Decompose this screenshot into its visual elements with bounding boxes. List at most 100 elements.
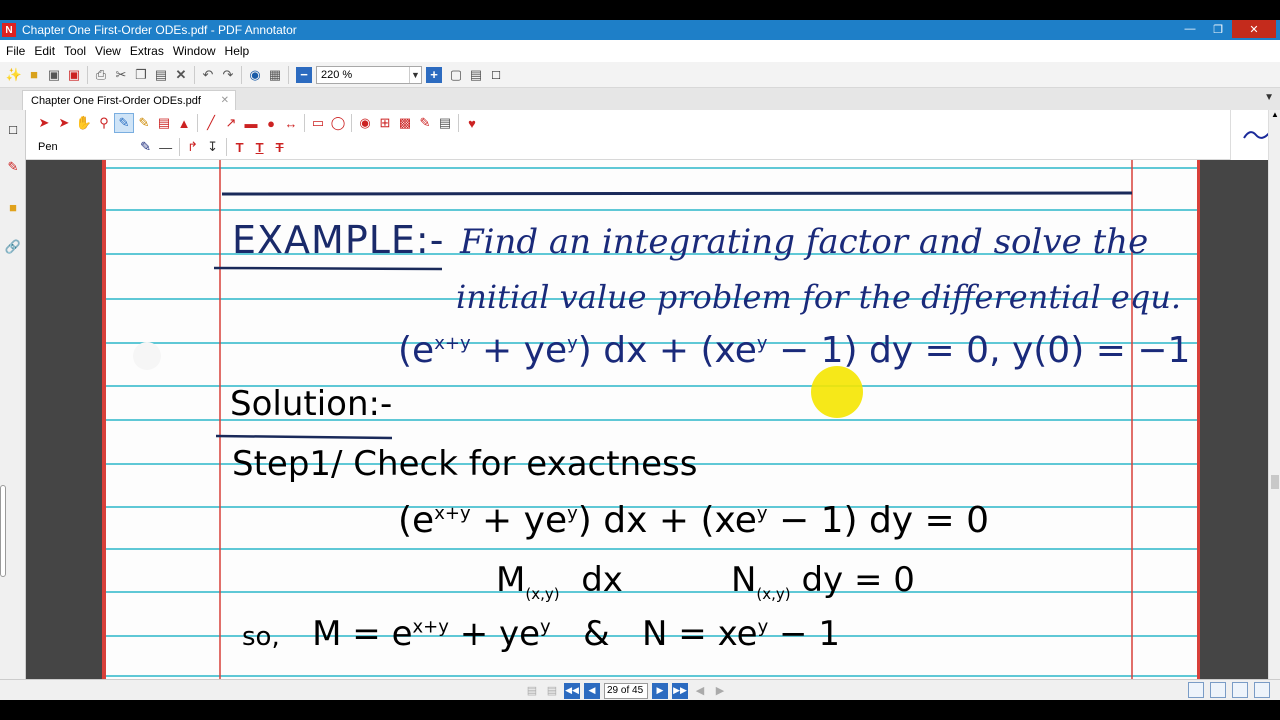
- status-bar: ▤ ▤ ◀◀ ◀ 29 of 45 ▶ ▶▶ ◀ ▶: [0, 679, 1280, 700]
- select-text-icon[interactable]: ➤: [54, 113, 74, 133]
- continuous-view-icon[interactable]: [1210, 682, 1226, 698]
- pressure-icon[interactable]: ↧: [203, 137, 223, 157]
- cut-icon[interactable]: ✂: [111, 65, 131, 85]
- rectangle-icon[interactable]: ▬: [241, 113, 261, 133]
- page-layout-icon[interactable]: ▦: [265, 65, 285, 85]
- fullscreen-icon[interactable]: □: [486, 65, 506, 85]
- menu-view[interactable]: View: [95, 44, 121, 58]
- smoothing-icon[interactable]: ↱: [183, 137, 203, 157]
- text-underline-icon[interactable]: T: [250, 137, 270, 157]
- main-toolbar: ✨ ■ ▣ ▣ ⎙ ✂ ❐ ▤ ✕ ↶ ↷ ◉ ▦ − 220 % ▼ + ▢ …: [0, 62, 1280, 88]
- next-page-icon[interactable]: ▶: [652, 682, 668, 699]
- delete-icon[interactable]: ✕: [171, 65, 191, 85]
- pages-panel-icon[interactable]: □: [4, 120, 22, 138]
- panel-resize-handle[interactable]: [0, 485, 6, 577]
- grid-view-icon[interactable]: [1254, 682, 1270, 698]
- stamp-icon[interactable]: ▲: [174, 113, 194, 133]
- pointer-highlight: [811, 366, 863, 418]
- highlighter-icon[interactable]: ✎: [134, 113, 154, 133]
- window-controls: — ❐ ✕: [1176, 20, 1276, 40]
- undo-icon[interactable]: ↶: [198, 65, 218, 85]
- menu-window[interactable]: Window: [173, 44, 216, 58]
- copy-icon[interactable]: ❐: [131, 65, 151, 85]
- open-folder-icon[interactable]: ■: [24, 65, 44, 85]
- paste-icon[interactable]: ▤: [151, 65, 171, 85]
- so-line: so, M = ex+y + yey & N = xey − 1: [242, 614, 840, 654]
- restore-icon[interactable]: ❐: [1204, 20, 1232, 38]
- ellipse-icon[interactable]: ●: [261, 113, 281, 133]
- image-icon[interactable]: ▤: [435, 113, 455, 133]
- color-picker-icon[interactable]: ✎: [136, 137, 156, 157]
- first-page-icon[interactable]: ◀◀: [564, 682, 580, 699]
- fit-page-icon[interactable]: ▢: [446, 65, 466, 85]
- find-icon[interactable]: ◉: [245, 65, 265, 85]
- scroll-thumb[interactable]: [1271, 475, 1279, 489]
- view-mode-buttons: [1182, 682, 1270, 698]
- zoom-value: 220 %: [321, 68, 353, 81]
- minimize-icon[interactable]: —: [1176, 20, 1204, 38]
- zoom-out-icon[interactable]: −: [296, 66, 312, 83]
- redo-icon[interactable]: ↷: [218, 65, 238, 85]
- back-icon[interactable]: ◀: [692, 683, 708, 699]
- favorites-heart-icon[interactable]: ♥: [462, 113, 482, 133]
- save-icon[interactable]: ▣: [44, 65, 64, 85]
- text-normal-icon[interactable]: T: [230, 137, 250, 157]
- bottom-black-bar: [0, 700, 1280, 720]
- menu-bar: File Edit Tool View Extras Window Help: [0, 40, 1280, 62]
- problem-equation: (ex+y + yey) dx + (xey − 1) dy = 0, y(0)…: [398, 330, 1200, 371]
- zoom-in-icon[interactable]: +: [426, 66, 442, 83]
- single-page-view-icon[interactable]: [1188, 682, 1204, 698]
- camera-icon[interactable]: ◉: [355, 113, 375, 133]
- eraser-icon[interactable]: ▭: [308, 113, 328, 133]
- two-page-view-icon[interactable]: [1232, 682, 1248, 698]
- text-strike-icon[interactable]: T: [270, 137, 290, 157]
- window-title: Chapter One First-Order ODEs.pdf - PDF A…: [22, 23, 297, 37]
- document-view[interactable]: EXAMPLE:- Find an integrating factor and…: [26, 160, 1268, 679]
- attachments-panel-icon[interactable]: 🔗: [4, 238, 22, 256]
- page-navigation: ▤ ▤ ◀◀ ◀ 29 of 45 ▶ ▶▶ ◀ ▶: [524, 682, 732, 699]
- fit-width-icon[interactable]: ▤: [466, 65, 486, 85]
- pen-tool-icon[interactable]: ✎: [114, 113, 134, 133]
- save-as-icon[interactable]: ▣: [64, 65, 84, 85]
- menu-file[interactable]: File: [6, 44, 25, 58]
- forward-icon[interactable]: ▶: [712, 683, 728, 699]
- tab-close-icon[interactable]: ✕: [221, 95, 229, 106]
- page-number-field[interactable]: 29 of 45: [604, 682, 648, 699]
- new-document-icon[interactable]: ✨: [4, 65, 24, 85]
- ruler-icon[interactable]: ▩: [395, 113, 415, 133]
- vertical-scrollbar[interactable]: ▲: [1268, 110, 1280, 679]
- notes-panel-icon[interactable]: ■: [4, 198, 22, 216]
- back-history-icon[interactable]: ▤: [524, 683, 540, 699]
- prev-page-icon[interactable]: ◀: [584, 682, 600, 699]
- scroll-up-icon[interactable]: ▲: [1269, 110, 1280, 119]
- menu-extras[interactable]: Extras: [130, 44, 164, 58]
- select-arrow-icon[interactable]: ➤: [34, 113, 54, 133]
- tab-label: Chapter One First-Order ODEs.pdf: [31, 94, 201, 107]
- chevron-down-icon[interactable]: ▼: [409, 66, 421, 83]
- line-width-icon[interactable]: —: [156, 137, 176, 157]
- close-icon[interactable]: ✕: [1232, 20, 1276, 38]
- menu-edit[interactable]: Edit: [34, 44, 55, 58]
- text-box-icon[interactable]: ▤: [154, 113, 174, 133]
- print-icon[interactable]: ⎙: [91, 65, 111, 85]
- measure-icon[interactable]: ↔: [281, 113, 301, 133]
- menu-tool[interactable]: Tool: [64, 44, 86, 58]
- pencil-ruler-icon[interactable]: ✎: [415, 113, 435, 133]
- zoom-select[interactable]: 220 % ▼: [316, 65, 422, 84]
- last-page-icon[interactable]: ▶▶: [672, 682, 688, 699]
- arrow-line-icon[interactable]: ↗: [221, 113, 241, 133]
- menu-help[interactable]: Help: [225, 44, 250, 58]
- crop-icon[interactable]: ⊞: [375, 113, 395, 133]
- hand-icon[interactable]: ✋: [74, 113, 94, 133]
- lasso-icon[interactable]: ◯: [328, 113, 348, 133]
- active-tool-label: Pen: [38, 141, 58, 153]
- pen-panel-icon[interactable]: ✎: [4, 158, 22, 176]
- line-icon[interactable]: ╱: [201, 113, 221, 133]
- pdf-page[interactable]: EXAMPLE:- Find an integrating factor and…: [102, 160, 1200, 679]
- tab-list-icon[interactable]: ▼: [1264, 92, 1274, 103]
- forward-history-icon[interactable]: ▤: [544, 683, 560, 699]
- step1-heading: Step1/ Check for exactness: [232, 444, 698, 484]
- tab-document[interactable]: Chapter One First-Order ODEs.pdf ✕: [22, 90, 236, 110]
- magnifier-icon[interactable]: ⚲: [94, 113, 114, 133]
- annotation-toolbar: ➤ ➤ ✋ ⚲ ✎ ✎ ▤ ▲ ╱ ↗ ▬ ● ↔ ▭ ◯ ◉ ⊞ ▩ ✎ ▤ …: [26, 110, 1230, 160]
